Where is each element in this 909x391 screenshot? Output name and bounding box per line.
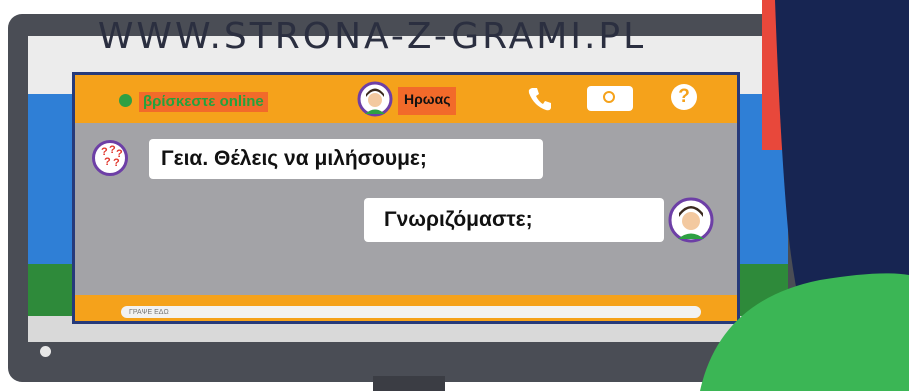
question-avatar-icon: ?? ?? ?	[92, 140, 128, 176]
camera-icon[interactable]	[587, 86, 633, 111]
power-indicator	[40, 346, 51, 357]
person-silhouette	[700, 0, 909, 391]
incoming-message: Γεια. Θέλεις να μιλήσουμε;	[149, 139, 543, 179]
website-url-text: WWW.STRONA-Z-GRAMI.PL	[97, 16, 647, 57]
phone-icon[interactable]	[526, 85, 554, 113]
monitor-stand	[373, 376, 445, 391]
outgoing-message: Γνωριζόμαστε;	[364, 198, 664, 242]
contact-avatar[interactable]	[357, 81, 393, 117]
online-status-text: βρίσκεστε online	[139, 92, 268, 112]
contact-name: Ηρωας	[398, 87, 457, 115]
online-status-icon	[119, 94, 132, 107]
help-icon[interactable]: ?	[671, 84, 697, 110]
chat-window: βρίσκεστε online Ηρωας ? ?? ?? ? Γεια. Θ…	[72, 72, 740, 324]
message-input[interactable]	[121, 306, 701, 318]
